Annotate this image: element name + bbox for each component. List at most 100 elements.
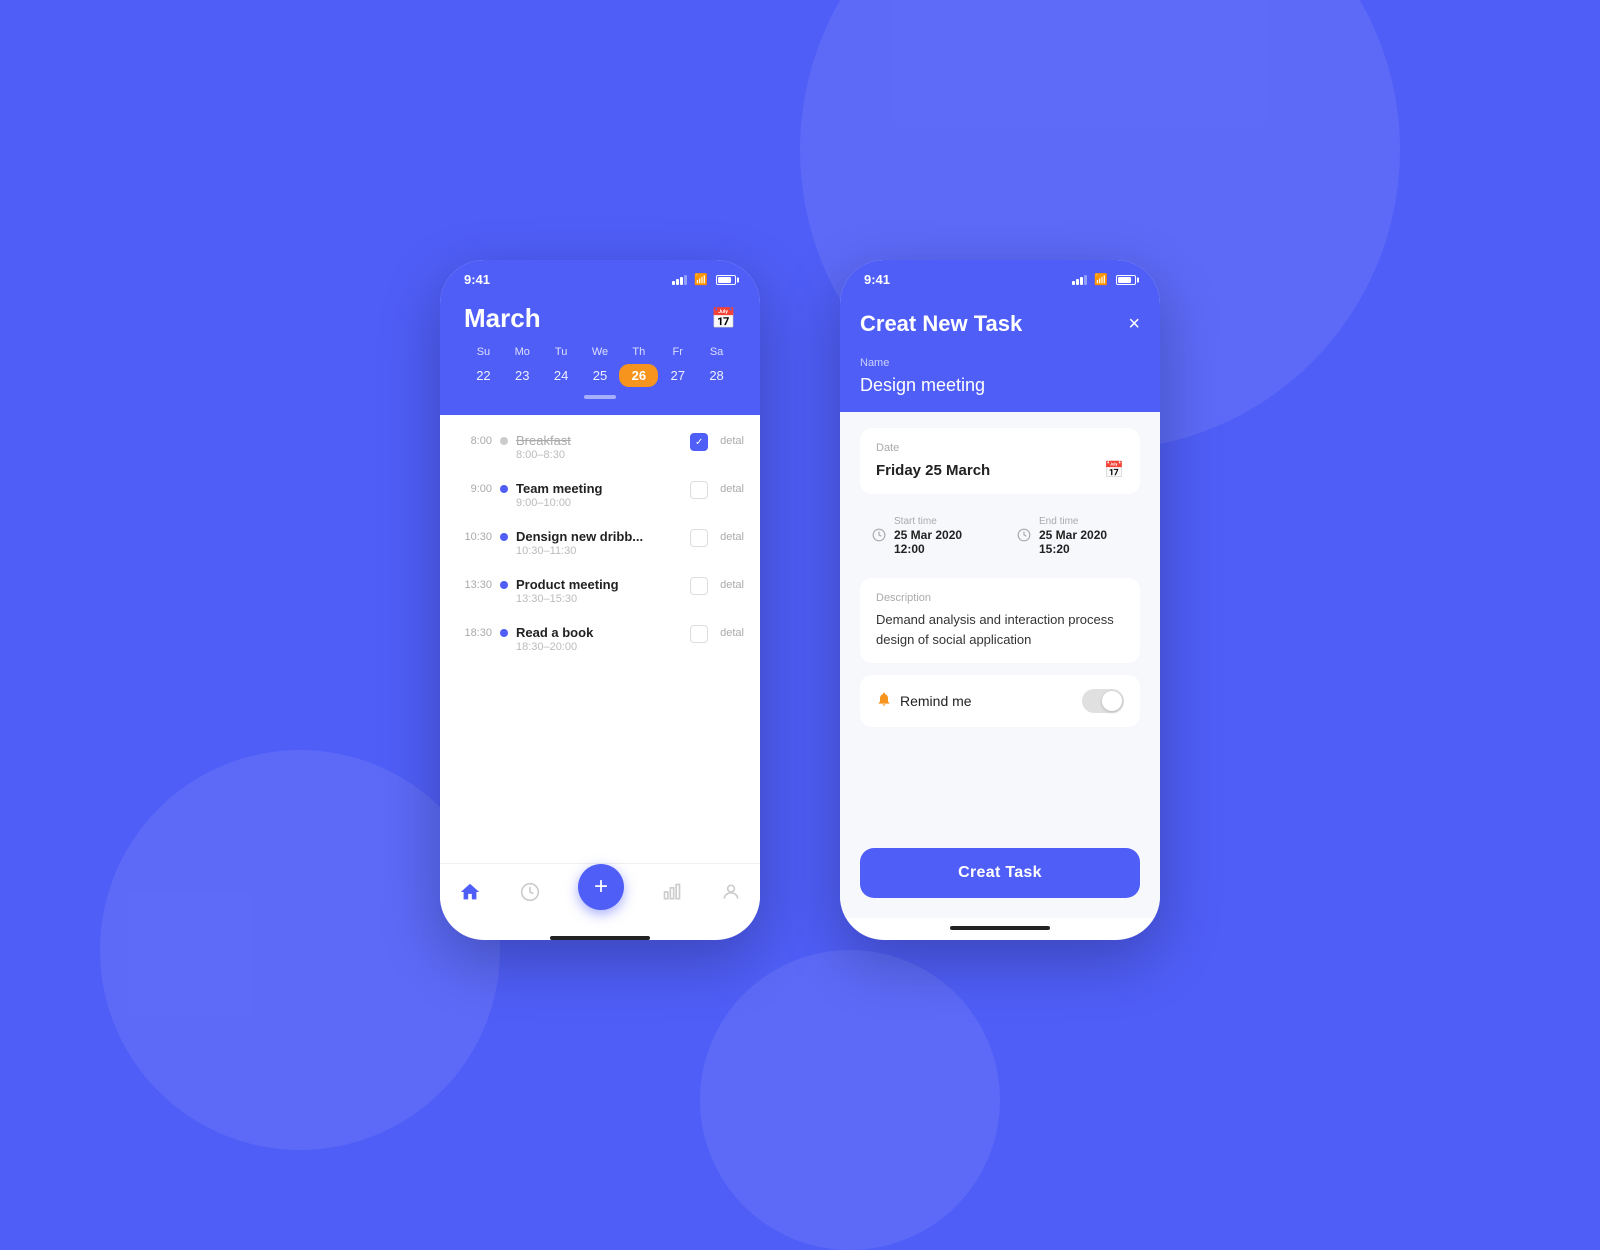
task-name-breakfast: Breakfast [516,433,682,448]
task-content-team: Team meeting 9:00–10:00 [516,481,682,509]
task-dot-blue [500,533,508,541]
new-task-title: Creat New Task [860,311,1022,337]
nav-profile-icon[interactable] [721,882,741,902]
status-icons-2: 📶 [1072,273,1136,286]
task-dot-blue [500,485,508,493]
day-we: We [581,346,620,358]
task-time-1330: 13:30 [456,579,492,591]
home-bar-2 [950,926,1050,930]
task-item: 8:00 Breakfast 8:00–8:30 detal [440,423,760,471]
status-icons-1: 📶 [672,273,736,286]
task-time-900: 9:00 [456,483,492,495]
new-task-header: Creat New Task × Name Design meeting [840,295,1160,412]
status-time-1: 9:41 [464,272,490,287]
description-value[interactable]: Demand analysis and interaction process … [876,610,1124,649]
task-name-team: Team meeting [516,481,682,496]
task-checkbox-breakfast[interactable] [690,433,708,451]
task-range-product: 13:30–15:30 [516,593,682,605]
status-bar-1: 9:41 📶 [440,260,760,295]
battery-icon [716,275,736,285]
task-range-book: 18:30–20:00 [516,641,682,653]
create-btn-area: Creat Task [840,836,1160,918]
form-body: Date Friday 25 March 📅 Start time [840,412,1160,836]
task-content-breakfast: Breakfast 8:00–8:30 [516,433,682,461]
bell-icon [876,691,892,712]
date-24[interactable]: 24 [542,364,581,387]
clock-icon-start [872,528,886,545]
task-dot-blue [500,581,508,589]
task-name-book: Read a book [516,625,682,640]
calendar-icon[interactable]: 📅 [711,306,736,331]
start-time-card[interactable]: Start time 25 Mar 2020 12:00 [860,506,995,566]
task-item: 10:30 Densign new dribb... 10:30–11:30 d… [440,519,760,567]
scroll-indicator [464,395,736,399]
task-item: 18:30 Read a book 18:30–20:00 detal [440,615,760,663]
day-sa: Sa [697,346,736,358]
task-detail-design[interactable]: detal [720,531,744,543]
remind-toggle[interactable] [1082,689,1124,713]
task-checkbox-book[interactable] [690,625,708,643]
task-content-product: Product meeting 13:30–15:30 [516,577,682,605]
date-23[interactable]: 23 [503,364,542,387]
date-27[interactable]: 27 [658,364,697,387]
status-bar-2: 9:41 📶 [840,260,1160,295]
bottom-nav: + [440,863,760,930]
task-range-team: 9:00–10:00 [516,497,682,509]
task-content-book: Read a book 18:30–20:00 [516,625,682,653]
phone-new-task: 9:41 📶 Creat New Task × Name Design meet… [840,260,1160,940]
description-section: Description Demand analysis and interact… [860,578,1140,663]
date-field-value[interactable]: Friday 25 March [876,462,990,479]
start-time-label: Start time [894,516,983,527]
battery-icon-2 [1116,275,1136,285]
task-range-breakfast: 8:00–8:30 [516,449,682,461]
home-bar-1 [550,936,650,940]
task-detail-breakfast[interactable]: detal [720,435,744,447]
remind-section: Remind me [860,675,1140,727]
day-su: Su [464,346,503,358]
task-checkbox-design[interactable] [690,529,708,547]
task-detail-book[interactable]: detal [720,627,744,639]
task-dot-blue [500,629,508,637]
nav-clock-icon[interactable] [520,882,540,902]
task-detail-team[interactable]: detal [720,483,744,495]
date-28[interactable]: 28 [697,364,736,387]
date-26-active[interactable]: 26 [619,364,658,387]
clock-icon-end [1017,528,1031,545]
wifi-icon-2: 📶 [1094,273,1108,286]
create-task-button[interactable]: Creat Task [860,848,1140,898]
nav-home-icon[interactable] [459,881,481,903]
status-time-2: 9:41 [864,272,890,287]
end-time-label: End time [1039,516,1128,527]
date-calendar-icon[interactable]: 📅 [1104,460,1124,480]
date-25[interactable]: 25 [581,364,620,387]
wifi-icon: 📶 [694,273,708,286]
nav-chart-icon[interactable] [662,882,682,902]
end-time-card[interactable]: End time 25 Mar 2020 15:20 [1005,506,1140,566]
close-button[interactable]: × [1128,313,1140,336]
nav-add-button[interactable]: + [578,864,624,910]
start-time-value: 25 Mar 2020 12:00 [894,528,983,556]
task-time-800: 8:00 [456,435,492,447]
phone-calendar: 9:41 📶 March 📅 Su Mo Tu We [440,260,760,940]
day-mo: Mo [503,346,542,358]
task-checkbox-product[interactable] [690,577,708,595]
date-field-label: Date [876,442,1124,454]
calendar-month: March [464,303,541,334]
task-range-design: 10:30–11:30 [516,545,682,557]
task-name-design: Densign new dribb... [516,529,682,544]
task-time-1030: 10:30 [456,531,492,543]
phones-container: 9:41 📶 March 📅 Su Mo Tu We [440,260,1160,940]
task-detail-product[interactable]: detal [720,579,744,591]
name-field-value[interactable]: Design meeting [860,375,1140,396]
date-22[interactable]: 22 [464,364,503,387]
tasks-list: 8:00 Breakfast 8:00–8:30 detal 9:00 Team… [440,415,760,863]
calendar-dates: 22 23 24 25 26 27 28 [464,364,736,387]
task-checkbox-team[interactable] [690,481,708,499]
task-item: 9:00 Team meeting 9:00–10:00 detal [440,471,760,519]
time-row: Start time 25 Mar 2020 12:00 End time 25… [860,506,1140,566]
signal-icon [672,275,687,285]
calendar-days-header: Su Mo Tu We Th Fr Sa [464,346,736,358]
name-field-section: Name Design meeting [860,349,1140,412]
task-time-1830: 18:30 [456,627,492,639]
date-section: Date Friday 25 March 📅 [860,428,1140,494]
